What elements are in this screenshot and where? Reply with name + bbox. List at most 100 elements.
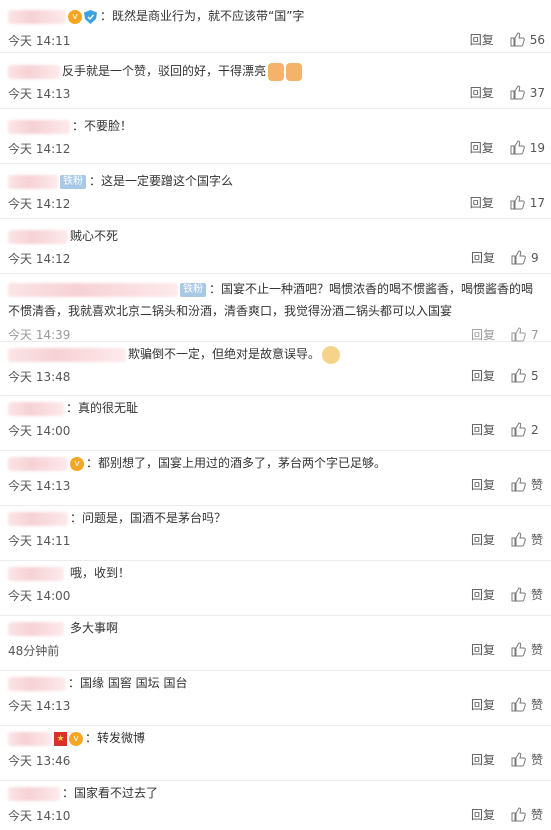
comment-actions: 回复 赞 bbox=[471, 531, 545, 548]
comment-text: 多大事啊 bbox=[70, 621, 119, 635]
thumbs-up-icon[interactable] bbox=[511, 327, 526, 342]
like-count[interactable]: 赞 bbox=[531, 476, 545, 493]
comment-time: 今天 14:10 bbox=[8, 809, 71, 823]
like-count[interactable]: 赞 bbox=[531, 751, 545, 768]
thumbs-up-icon[interactable] bbox=[511, 807, 526, 822]
username-blurred[interactable] bbox=[8, 731, 52, 746]
username-blurred[interactable] bbox=[8, 786, 60, 801]
reply-button[interactable]: 回复 bbox=[470, 84, 494, 101]
reply-button[interactable]: 回复 bbox=[470, 139, 494, 156]
like-count[interactable]: 赞 bbox=[531, 641, 545, 658]
thumbs-up-icon[interactable] bbox=[511, 422, 526, 437]
like-count[interactable]: 56 bbox=[530, 33, 545, 47]
reply-button[interactable]: 回复 bbox=[470, 194, 494, 211]
reply-button[interactable]: 回复 bbox=[471, 249, 495, 266]
thumbs-up-icon[interactable] bbox=[511, 642, 526, 657]
username-blurred[interactable] bbox=[8, 401, 64, 416]
comment-time: 今天 14:11 bbox=[8, 34, 71, 48]
comment-body: ：问题是，国酒不是茅台吗？ bbox=[8, 509, 543, 527]
comment-time: 今天 13:48 bbox=[8, 370, 71, 384]
reply-button[interactable]: 回复 bbox=[471, 531, 495, 548]
comment-text: 贼心不死 bbox=[70, 229, 119, 243]
username-blurred[interactable] bbox=[8, 64, 60, 79]
comment-body: v ：都别想了，国宴上用过的酒多了，茅台两个字已足够。 bbox=[8, 454, 543, 472]
thumbs-up-icon[interactable] bbox=[510, 85, 525, 100]
vip-badge-icon: v bbox=[69, 731, 83, 746]
reply-button[interactable]: 回复 bbox=[471, 696, 495, 713]
comment-time: 今天 14:13 bbox=[8, 479, 71, 493]
thumbs-up-emoji-icon bbox=[286, 62, 303, 81]
comment-text: 反手就是一个赞，驳回的好，干得漂亮 bbox=[62, 64, 267, 78]
comment-text: ：既然是商业行为，就不应该带“国”字 bbox=[100, 9, 305, 23]
reply-button[interactable]: 回复 bbox=[471, 476, 495, 493]
like-count[interactable]: 赞 bbox=[531, 806, 545, 823]
comment-time: 今天 14:00 bbox=[8, 424, 71, 438]
flag-icon: ★ bbox=[54, 731, 67, 746]
comment-time: 今天 14:13 bbox=[8, 87, 71, 101]
like-count[interactable]: 19 bbox=[530, 141, 545, 155]
like-count[interactable]: 赞 bbox=[531, 531, 545, 548]
username-blurred[interactable] bbox=[8, 229, 68, 244]
username-blurred[interactable] bbox=[8, 282, 178, 297]
comment-actions: 回复 56 bbox=[470, 31, 545, 48]
reply-button[interactable]: 回复 bbox=[471, 367, 495, 384]
username-blurred[interactable] bbox=[8, 566, 64, 581]
thumbs-up-emoji-icon bbox=[268, 62, 285, 81]
reply-button[interactable]: 回复 bbox=[471, 326, 495, 343]
reply-button[interactable]: 回复 bbox=[471, 751, 495, 768]
username-blurred[interactable] bbox=[8, 621, 64, 636]
like-count[interactable]: 7 bbox=[531, 328, 545, 342]
comment-text: ：这是一定要蹭这个国字么 bbox=[89, 174, 234, 188]
doge-emoji-icon bbox=[322, 345, 341, 364]
comment-time: 今天 14:00 bbox=[8, 589, 71, 603]
username-blurred[interactable] bbox=[8, 119, 70, 134]
thumbs-up-icon[interactable] bbox=[510, 195, 525, 210]
thumbs-up-icon[interactable] bbox=[511, 368, 526, 383]
comment-body: ：真的很无耻 bbox=[8, 399, 543, 417]
comment-text: 欺骗倒不一定，但绝对是故意误导。 bbox=[128, 347, 321, 361]
reply-button[interactable]: 回复 bbox=[470, 31, 494, 48]
comment-actions: 回复 赞 bbox=[471, 806, 545, 823]
comment-actions: 回复 19 bbox=[470, 139, 545, 156]
thumbs-up-icon[interactable] bbox=[511, 697, 526, 712]
like-count[interactable]: 赞 bbox=[531, 586, 545, 603]
comment-time: 今天 13:46 bbox=[8, 754, 71, 768]
comment-text: 哦，收到！ bbox=[70, 566, 131, 580]
comment-actions: 回复 37 bbox=[470, 84, 545, 101]
like-count[interactable]: 17 bbox=[530, 196, 545, 210]
like-count[interactable]: 37 bbox=[530, 86, 545, 100]
username-blurred[interactable] bbox=[8, 511, 68, 526]
comment-text: ：国缘 国窖 国坛 国台 bbox=[68, 676, 188, 690]
comment-actions: 回复 7 bbox=[471, 326, 545, 343]
thumbs-up-icon[interactable] bbox=[510, 32, 525, 47]
thumbs-up-icon[interactable] bbox=[510, 140, 525, 155]
vip-badge-icon: v bbox=[68, 9, 82, 24]
username-blurred[interactable] bbox=[8, 174, 58, 189]
like-count[interactable]: 9 bbox=[531, 251, 545, 265]
like-count[interactable]: 5 bbox=[531, 369, 545, 383]
reply-button[interactable]: 回复 bbox=[471, 421, 495, 438]
comment-text: ：不要脸！ bbox=[72, 119, 133, 133]
username-blurred[interactable] bbox=[8, 456, 68, 471]
comment-time: 今天 14:12 bbox=[8, 197, 71, 211]
thumbs-up-icon[interactable] bbox=[511, 250, 526, 265]
reply-button[interactable]: 回复 bbox=[471, 806, 495, 823]
comment-item: 多大事啊 48分钟前 回复 赞 bbox=[0, 616, 551, 671]
username-blurred[interactable] bbox=[8, 347, 126, 362]
reply-button[interactable]: 回复 bbox=[471, 641, 495, 658]
comment-actions: 回复 赞 bbox=[471, 751, 545, 768]
comment-text: ：真的很无耻 bbox=[66, 401, 139, 415]
thumbs-up-icon[interactable] bbox=[511, 532, 526, 547]
comment-body: 反手就是一个赞，驳回的好，干得漂亮 bbox=[8, 62, 543, 81]
comment-actions: 回复 赞 bbox=[471, 586, 545, 603]
reply-button[interactable]: 回复 bbox=[471, 586, 495, 603]
username-blurred[interactable] bbox=[8, 676, 66, 691]
like-count[interactable]: 2 bbox=[531, 423, 545, 437]
username-blurred[interactable] bbox=[8, 9, 66, 24]
thumbs-up-icon[interactable] bbox=[511, 752, 526, 767]
comment-item: ：问题是，国酒不是茅台吗？ 今天 14:11 回复 赞 bbox=[0, 506, 551, 561]
thumbs-up-icon[interactable] bbox=[511, 477, 526, 492]
thumbs-up-icon[interactable] bbox=[511, 587, 526, 602]
like-count[interactable]: 赞 bbox=[531, 696, 545, 713]
comment-item: ：国缘 国窖 国坛 国台 今天 14:13 回复 赞 bbox=[0, 671, 551, 726]
